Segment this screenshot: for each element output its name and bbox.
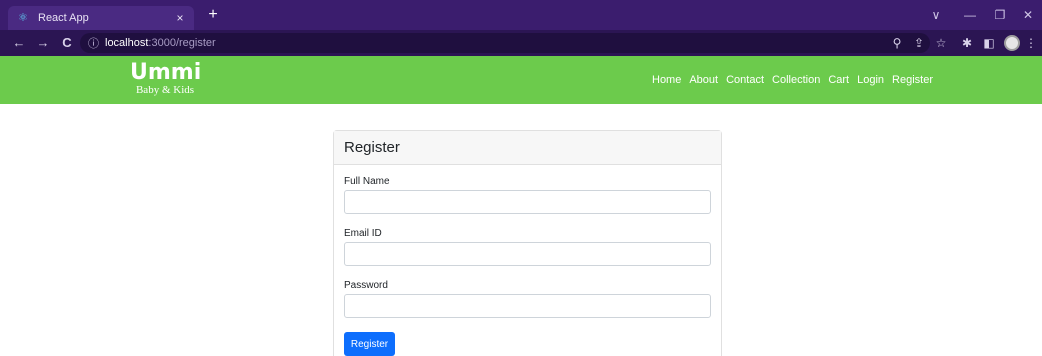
- password-label: Password: [344, 280, 388, 291]
- browser-menu-icon[interactable]: ⋮: [1022, 34, 1040, 52]
- tab-title: React App: [38, 12, 89, 24]
- register-card: Register Full Name Email ID Password Reg…: [333, 130, 722, 356]
- main-menu: Home About Contact Collection Cart Login…: [652, 56, 941, 104]
- site-info-icon[interactable]: ⓘ: [88, 35, 99, 51]
- full-name-label: Full Name: [344, 176, 390, 187]
- url-host: localhost: [105, 37, 149, 49]
- window-close-icon[interactable]: ✕: [1018, 6, 1038, 24]
- url-field[interactable]: ⓘ localhost:3000/register: [80, 33, 930, 53]
- minimize-icon[interactable]: —: [960, 6, 980, 24]
- zoom-icon[interactable]: ⚲: [888, 34, 906, 52]
- tab-search-icon[interactable]: ∨: [926, 6, 946, 24]
- nav-link-home[interactable]: Home: [652, 74, 681, 86]
- nav-link-contact[interactable]: Contact: [726, 74, 764, 86]
- bookmark-star-icon[interactable]: ☆: [932, 34, 950, 52]
- react-icon: ⚛: [18, 12, 28, 24]
- browser-tab-bar: ⚛ React App × + ∨ — ❐ ✕: [0, 0, 1042, 30]
- password-field[interactable]: [344, 294, 711, 318]
- site-navbar: Ummi Baby & Kids Home About Contact Coll…: [0, 56, 1042, 104]
- brand-name: Ummi: [130, 60, 202, 85]
- extensions-icon[interactable]: ✱: [958, 34, 976, 52]
- full-name-field[interactable]: [344, 190, 711, 214]
- back-icon[interactable]: ←: [10, 34, 28, 52]
- reload-icon[interactable]: C: [58, 34, 76, 52]
- nav-link-login[interactable]: Login: [857, 74, 884, 86]
- brand-logo[interactable]: Ummi Baby & Kids: [130, 60, 202, 97]
- page-title: Register: [344, 139, 400, 156]
- nav-link-collection[interactable]: Collection: [772, 74, 820, 86]
- nav-link-about[interactable]: About: [689, 74, 718, 86]
- email-label: Email ID: [344, 228, 382, 239]
- nav-link-register[interactable]: Register: [892, 74, 933, 86]
- card-header: Register: [334, 131, 721, 165]
- close-tab-icon[interactable]: ×: [172, 11, 188, 25]
- url-path: :3000/register: [148, 37, 216, 49]
- profile-avatar[interactable]: [1004, 35, 1020, 51]
- brand-tagline: Baby & Kids: [135, 84, 195, 96]
- register-form: Full Name Email ID Password Register: [334, 165, 721, 356]
- share-icon[interactable]: ⇪: [910, 34, 928, 52]
- browser-tab[interactable]: ⚛ React App ×: [8, 6, 194, 30]
- side-panel-icon[interactable]: ◧: [980, 34, 998, 52]
- forward-icon[interactable]: →: [34, 34, 52, 52]
- restore-icon[interactable]: ❐: [990, 6, 1010, 24]
- new-tab-button[interactable]: +: [204, 6, 222, 24]
- browser-address-bar: ← → C ⓘ localhost:3000/register ⚲ ⇪ ☆ ✱ …: [0, 30, 1042, 56]
- nav-link-cart[interactable]: Cart: [828, 74, 849, 86]
- email-field[interactable]: [344, 242, 711, 266]
- register-button[interactable]: Register: [344, 332, 395, 356]
